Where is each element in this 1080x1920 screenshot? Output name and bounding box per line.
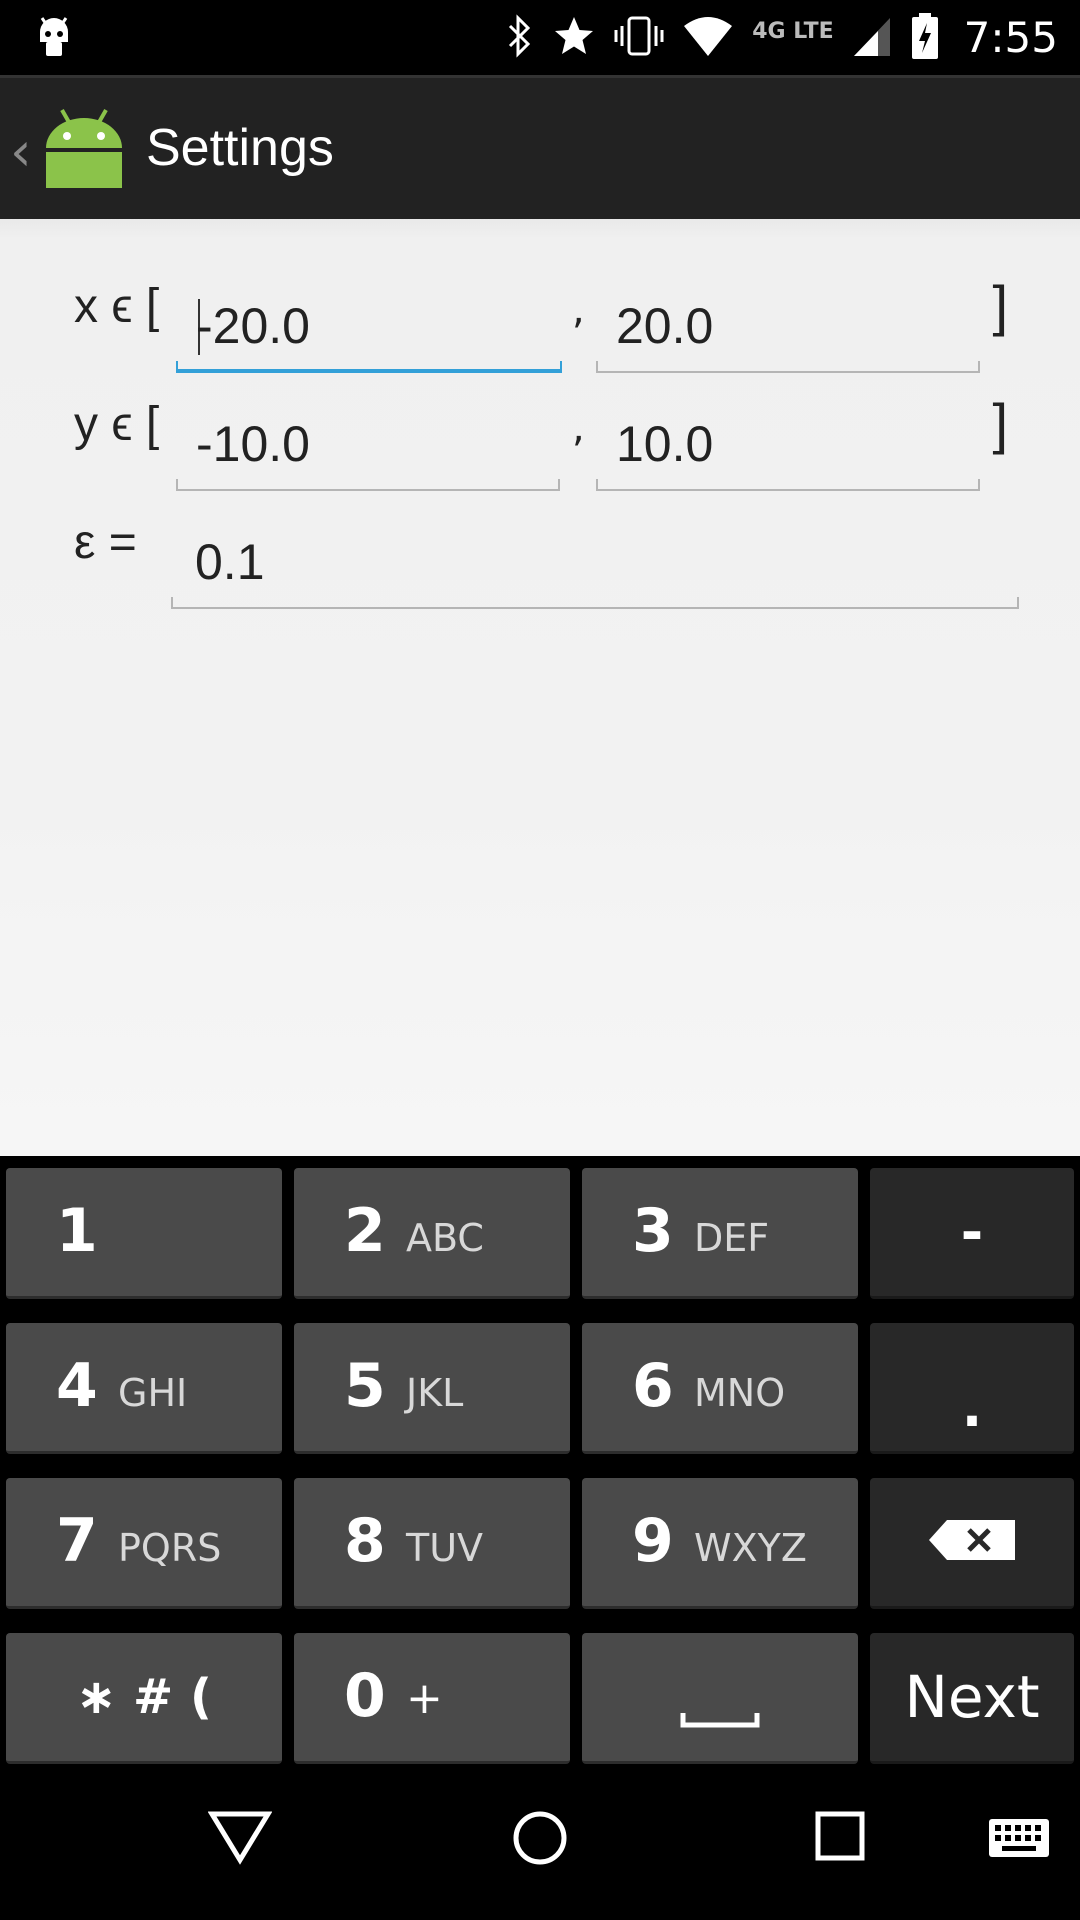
key-digit: 8 (344, 1506, 386, 1576)
numeric-keyboard: 1 2 ABC 3 DEF - 4 GHI 5 JKL 6 MNO . 7 PQ… (0, 1156, 1080, 1770)
key-1[interactable]: 1 (6, 1168, 282, 1299)
key-4[interactable]: 4 GHI (6, 1323, 282, 1454)
bluetooth-icon (504, 13, 534, 62)
key-letters: TUV (406, 1526, 484, 1570)
key-letters: ABC (406, 1216, 484, 1260)
key-digit: 1 (56, 1196, 98, 1266)
next-label: Next (904, 1663, 1040, 1731)
key-9[interactable]: 9 WXYZ (582, 1478, 858, 1609)
x-max-underline (596, 361, 980, 373)
x-separator: , (572, 287, 585, 333)
key-symbol: ∗ # ( (76, 1669, 212, 1725)
y-max-underline (596, 479, 980, 491)
home-circle-icon[interactable] (512, 1810, 568, 1870)
back-triangle-icon[interactable] (207, 1810, 273, 1870)
key-digit: 5 (344, 1351, 386, 1421)
x-max-field[interactable]: 20.0 (596, 297, 980, 373)
key-digit: 3 (632, 1196, 674, 1266)
y-min-value: -10.0 (196, 416, 310, 472)
chevron-left-icon[interactable]: ‹ (10, 120, 32, 183)
y-max-value: 10.0 (616, 416, 714, 472)
y-min-field[interactable]: -10.0 (176, 415, 560, 491)
y-close-bracket: ] (992, 392, 1008, 455)
key-symbols[interactable]: ∗ # ( (6, 1633, 282, 1764)
key-8[interactable]: 8 TUV (294, 1478, 570, 1609)
recents-square-icon[interactable] (814, 1810, 866, 1866)
key-letters: JKL (406, 1371, 464, 1415)
y-separator: , (572, 405, 585, 451)
key-digit: 2 (344, 1196, 386, 1266)
vibrate-icon (614, 14, 664, 62)
key-minus[interactable]: - (870, 1168, 1074, 1299)
key-3[interactable]: 3 DEF (582, 1168, 858, 1299)
epsilon-value: 0.1 (195, 534, 265, 590)
key-backspace[interactable] (870, 1478, 1074, 1609)
x-close-bracket: ] (992, 274, 1008, 337)
star-icon (552, 14, 596, 62)
key-space[interactable] (582, 1633, 858, 1764)
cell-signal-icon (852, 14, 892, 62)
backspace-icon (929, 1520, 1015, 1564)
keyboard-icon[interactable] (988, 1818, 1050, 1862)
settings-form: x ϵ [ -20.0 , 20.0 ] y ϵ [ -10.0 , 10.0 … (0, 219, 1080, 1156)
key-digit: 9 (632, 1506, 674, 1576)
x-min-value: -20.0 (196, 298, 310, 354)
key-digit: 6 (632, 1351, 674, 1421)
wifi-icon (682, 14, 734, 62)
key-6[interactable]: 6 MNO (582, 1323, 858, 1454)
y-max-field[interactable]: 10.0 (596, 415, 980, 491)
battery-charging-icon (910, 11, 940, 65)
key-5[interactable]: 5 JKL (294, 1323, 570, 1454)
key-next[interactable]: Next (870, 1633, 1074, 1764)
navigation-bar (0, 1770, 1080, 1920)
key-letters: GHI (118, 1371, 188, 1415)
key-symbol: . (961, 1375, 983, 1439)
y-range-label: y ϵ [ (74, 398, 160, 451)
epsilon-label: ε = (74, 516, 137, 569)
page-title: Settings (146, 119, 334, 177)
space-icon (680, 1713, 760, 1733)
key-7[interactable]: 7 PQRS (6, 1478, 282, 1609)
network-type-label: 4G LTE (752, 18, 834, 44)
x-min-field[interactable]: -20.0 (176, 297, 562, 373)
key-digit: 4 (56, 1351, 98, 1421)
key-letters: DEF (694, 1216, 770, 1260)
epsilon-field[interactable]: 0.1 (171, 533, 1019, 609)
x-range-label: x ϵ [ (74, 280, 160, 333)
key-symbol: - (960, 1200, 984, 1264)
x-min-underline (176, 361, 562, 373)
key-0[interactable]: 0 + (294, 1633, 570, 1764)
epsilon-underline (171, 597, 1019, 609)
key-letters: + (406, 1673, 443, 1724)
key-letters: PQRS (118, 1526, 222, 1570)
key-period[interactable]: . (870, 1323, 1074, 1454)
action-bar: ‹ Settings (0, 75, 1080, 219)
status-time: 7:55 (963, 13, 1058, 62)
x-max-value: 20.0 (616, 298, 714, 354)
key-letters: WXYZ (694, 1526, 807, 1570)
android-notification-icon (36, 14, 72, 64)
android-robot-icon[interactable] (42, 106, 126, 194)
key-2[interactable]: 2 ABC (294, 1168, 570, 1299)
key-digit: 0 (344, 1661, 386, 1731)
key-digit: 7 (56, 1506, 98, 1576)
y-min-underline (176, 479, 560, 491)
status-bar: 4G LTE 7:55 (0, 0, 1080, 75)
key-letters: MNO (694, 1371, 786, 1415)
